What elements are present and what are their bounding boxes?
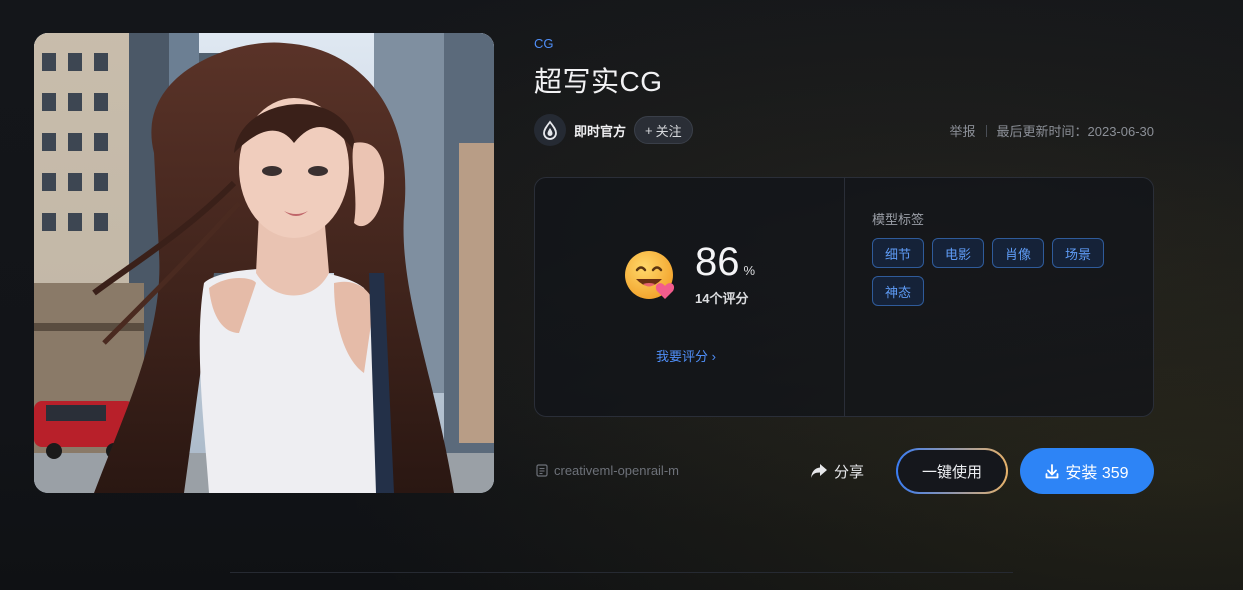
section-divider xyxy=(230,572,1013,573)
tag-chip[interactable]: 电影 xyxy=(932,238,985,268)
follow-button[interactable]: + 关注 xyxy=(634,116,693,144)
tags-title: 模型标签 xyxy=(872,212,925,227)
tag-chip[interactable]: 神态 xyxy=(872,276,925,306)
model-preview-image[interactable] xyxy=(34,33,494,493)
download-icon xyxy=(1046,463,1059,478)
install-button[interactable]: 安装 359 xyxy=(1020,448,1154,494)
chevron-right-icon: › xyxy=(711,349,716,364)
share-label: 分享 xyxy=(834,463,865,481)
page-title: 超写实CG xyxy=(534,66,663,97)
author-name[interactable]: 即时官方 xyxy=(574,121,626,140)
document-icon xyxy=(536,464,548,477)
rate-link[interactable]: 我要评分 › xyxy=(656,346,716,365)
rate-link-label: 我要评分 xyxy=(656,349,709,364)
follow-label: 关注 xyxy=(655,123,682,139)
license-info: creativeml-openrail-m xyxy=(536,463,679,478)
license-name[interactable]: creativeml-openrail-m xyxy=(554,463,679,478)
share-icon xyxy=(811,464,827,478)
install-label: 安装 359 xyxy=(1065,465,1129,482)
rating-count: 14个评分 xyxy=(695,291,749,306)
tag-chip[interactable]: 场景 xyxy=(1052,238,1105,268)
meta-row: 举报 最后更新时间：2023-06-30 xyxy=(949,121,1154,140)
emoji-icon xyxy=(625,250,675,299)
meta-separator xyxy=(985,124,987,137)
breadcrumb[interactable]: CG xyxy=(534,36,554,51)
author-row: 即时官方 + 关注 xyxy=(534,114,693,146)
score-block: 86 % 14个评分 xyxy=(695,242,755,307)
use-label: 一键使用 xyxy=(898,450,1006,492)
updated-time: 最后更新时间：2023-06-30 xyxy=(996,124,1155,139)
one-click-use-button[interactable]: 一键使用 xyxy=(896,448,1008,494)
tag-chip[interactable]: 细节 xyxy=(872,238,925,268)
tag-list: 细节 电影 肖像 场景 神态 xyxy=(872,238,1132,306)
score-unit: % xyxy=(743,263,756,278)
score-value: 86 xyxy=(695,240,740,284)
tag-chip[interactable]: 肖像 xyxy=(992,238,1045,268)
card-divider xyxy=(844,178,845,416)
rating-block: 86 % 14个评分 xyxy=(623,242,755,307)
share-button[interactable]: 分享 xyxy=(810,460,864,482)
info-card: 86 % 14个评分 我要评分 › 模型标签 细节 电影 肖像 场景 神态 xyxy=(534,177,1154,417)
plus-icon: + xyxy=(645,122,653,138)
report-link[interactable]: 举报 xyxy=(949,121,975,140)
logo-icon[interactable] xyxy=(534,114,566,146)
preview-illustration xyxy=(34,33,494,493)
